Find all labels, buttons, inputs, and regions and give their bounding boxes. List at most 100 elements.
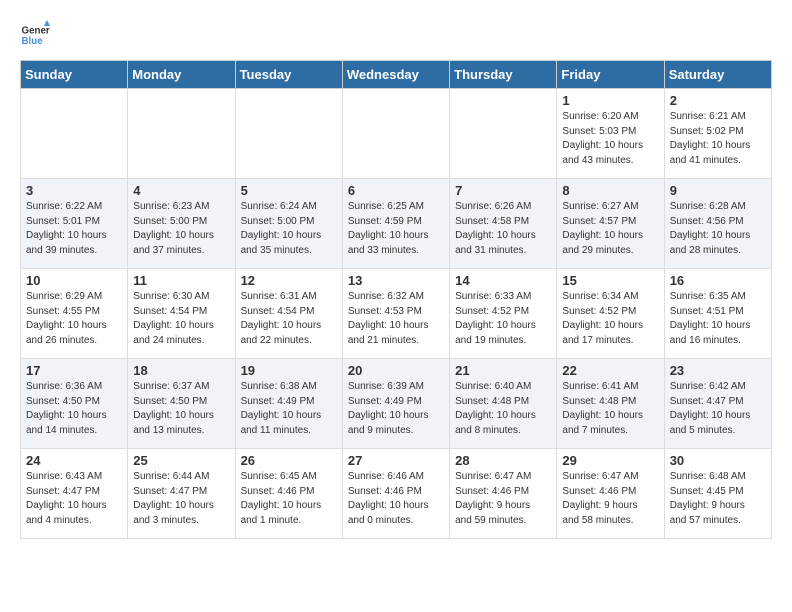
day-number: 28 <box>455 453 551 468</box>
day-info: Sunrise: 6:34 AM Sunset: 4:52 PM Dayligh… <box>562 290 658 348</box>
day-number: 9 <box>670 183 766 198</box>
calendar-week-row: 17 Sunrise: 6:36 AM Sunset: 4:50 PM Dayli… <box>21 359 772 449</box>
day-number: 5 <box>241 183 337 198</box>
day-number: 20 <box>348 363 444 378</box>
weekday-header-row: SundayMondayTuesdayWednesdayThursdayFrid… <box>21 61 772 89</box>
calendar-cell: 9 Sunrise: 6:28 AM Sunset: 4:56 PM Daylig… <box>664 179 771 269</box>
calendar-cell <box>21 89 128 179</box>
calendar-cell: 10 Sunrise: 6:29 AM Sunset: 4:55 PM Dayli… <box>21 269 128 359</box>
day-info: Sunrise: 6:43 AM Sunset: 4:47 PM Dayligh… <box>26 470 122 528</box>
page-header: General Blue <box>20 20 772 50</box>
day-info: Sunrise: 6:48 AM Sunset: 4:45 PM Dayligh… <box>670 470 766 528</box>
day-info: Sunrise: 6:20 AM Sunset: 5:03 PM Dayligh… <box>562 110 658 168</box>
day-info: Sunrise: 6:22 AM Sunset: 5:01 PM Dayligh… <box>26 200 122 258</box>
calendar-cell <box>128 89 235 179</box>
day-number: 23 <box>670 363 766 378</box>
calendar-cell: 2 Sunrise: 6:21 AM Sunset: 5:02 PM Daylig… <box>664 89 771 179</box>
day-number: 21 <box>455 363 551 378</box>
day-number: 30 <box>670 453 766 468</box>
day-number: 17 <box>26 363 122 378</box>
day-number: 10 <box>26 273 122 288</box>
svg-text:Blue: Blue <box>22 36 44 47</box>
day-number: 16 <box>670 273 766 288</box>
calendar-cell: 16 Sunrise: 6:35 AM Sunset: 4:51 PM Dayli… <box>664 269 771 359</box>
day-info: Sunrise: 6:23 AM Sunset: 5:00 PM Dayligh… <box>133 200 229 258</box>
day-info: Sunrise: 6:46 AM Sunset: 4:46 PM Dayligh… <box>348 470 444 528</box>
calendar-week-row: 3 Sunrise: 6:22 AM Sunset: 5:01 PM Daylig… <box>21 179 772 269</box>
calendar-cell: 1 Sunrise: 6:20 AM Sunset: 5:03 PM Daylig… <box>557 89 664 179</box>
day-number: 26 <box>241 453 337 468</box>
calendar-cell: 7Sunrise: 6:26 AM Sunset: 4:58 PM Daylig… <box>450 179 557 269</box>
calendar-table: SundayMondayTuesdayWednesdayThursdayFrid… <box>20 60 772 539</box>
day-info: Sunrise: 6:30 AM Sunset: 4:54 PM Dayligh… <box>133 290 229 348</box>
weekday-header-friday: Friday <box>557 61 664 89</box>
calendar-cell <box>450 89 557 179</box>
calendar-week-row: 10 Sunrise: 6:29 AM Sunset: 4:55 PM Dayli… <box>21 269 772 359</box>
day-info: Sunrise: 6:33 AM Sunset: 4:52 PM Dayligh… <box>455 290 551 348</box>
day-number: 18 <box>133 363 229 378</box>
day-info: Sunrise: 6:45 AM Sunset: 4:46 PM Dayligh… <box>241 470 337 528</box>
day-info: Sunrise: 6:29 AM Sunset: 4:55 PM Dayligh… <box>26 290 122 348</box>
calendar-cell: 30 Sunrise: 6:48 AM Sunset: 4:45 PM Dayli… <box>664 449 771 539</box>
day-info: Sunrise: 6:41 AM Sunset: 4:48 PM Dayligh… <box>562 380 658 438</box>
calendar-cell: 4 Sunrise: 6:23 AM Sunset: 5:00 PM Daylig… <box>128 179 235 269</box>
day-number: 27 <box>348 453 444 468</box>
calendar-cell: 27 Sunrise: 6:46 AM Sunset: 4:46 PM Dayli… <box>342 449 449 539</box>
calendar-cell: 8Sunrise: 6:27 AM Sunset: 4:57 PM Daylig… <box>557 179 664 269</box>
day-number: 11 <box>133 273 229 288</box>
day-number: 19 <box>241 363 337 378</box>
day-number: 2 <box>670 93 766 108</box>
day-number: 14 <box>455 273 551 288</box>
calendar-cell: 5 Sunrise: 6:24 AM Sunset: 5:00 PM Daylig… <box>235 179 342 269</box>
day-number: 4 <box>133 183 229 198</box>
day-info: Sunrise: 6:31 AM Sunset: 4:54 PM Dayligh… <box>241 290 337 348</box>
logo: General Blue <box>20 20 50 50</box>
weekday-header-saturday: Saturday <box>664 61 771 89</box>
calendar-cell: 19 Sunrise: 6:38 AM Sunset: 4:49 PM Dayli… <box>235 359 342 449</box>
day-info: Sunrise: 6:24 AM Sunset: 5:00 PM Dayligh… <box>241 200 337 258</box>
calendar-cell: 3 Sunrise: 6:22 AM Sunset: 5:01 PM Daylig… <box>21 179 128 269</box>
weekday-header-wednesday: Wednesday <box>342 61 449 89</box>
calendar-cell <box>342 89 449 179</box>
calendar-cell <box>235 89 342 179</box>
day-number: 15 <box>562 273 658 288</box>
calendar-week-row: 24 Sunrise: 6:43 AM Sunset: 4:47 PM Dayli… <box>21 449 772 539</box>
calendar-cell: 6Sunrise: 6:25 AM Sunset: 4:59 PM Daylig… <box>342 179 449 269</box>
day-info: Sunrise: 6:36 AM Sunset: 4:50 PM Dayligh… <box>26 380 122 438</box>
calendar-cell: 14 Sunrise: 6:33 AM Sunset: 4:52 PM Dayli… <box>450 269 557 359</box>
day-number: 12 <box>241 273 337 288</box>
day-number: 29 <box>562 453 658 468</box>
calendar-cell: 26 Sunrise: 6:45 AM Sunset: 4:46 PM Dayli… <box>235 449 342 539</box>
day-info: Sunrise: 6:28 AM Sunset: 4:56 PM Dayligh… <box>670 200 766 258</box>
weekday-header-thursday: Thursday <box>450 61 557 89</box>
weekday-header-tuesday: Tuesday <box>235 61 342 89</box>
weekday-header-sunday: Sunday <box>21 61 128 89</box>
calendar-cell: 24 Sunrise: 6:43 AM Sunset: 4:47 PM Dayli… <box>21 449 128 539</box>
day-info: Sunrise: 6:39 AM Sunset: 4:49 PM Dayligh… <box>348 380 444 438</box>
calendar-week-row: 1 Sunrise: 6:20 AM Sunset: 5:03 PM Daylig… <box>21 89 772 179</box>
day-info: Sunrise: 6:35 AM Sunset: 4:51 PM Dayligh… <box>670 290 766 348</box>
calendar-cell: 17 Sunrise: 6:36 AM Sunset: 4:50 PM Dayli… <box>21 359 128 449</box>
calendar-cell: 20 Sunrise: 6:39 AM Sunset: 4:49 PM Dayli… <box>342 359 449 449</box>
day-info: Sunrise: 6:21 AM Sunset: 5:02 PM Dayligh… <box>670 110 766 168</box>
day-number: 3 <box>26 183 122 198</box>
calendar-cell: 29Sunrise: 6:47 AM Sunset: 4:46 PM Dayli… <box>557 449 664 539</box>
day-info: Sunrise: 6:42 AM Sunset: 4:47 PM Dayligh… <box>670 380 766 438</box>
calendar-cell: 12 Sunrise: 6:31 AM Sunset: 4:54 PM Dayli… <box>235 269 342 359</box>
weekday-header-monday: Monday <box>128 61 235 89</box>
day-info: Sunrise: 6:37 AM Sunset: 4:50 PM Dayligh… <box>133 380 229 438</box>
day-info: Sunrise: 6:38 AM Sunset: 4:49 PM Dayligh… <box>241 380 337 438</box>
day-number: 25 <box>133 453 229 468</box>
day-info: Sunrise: 6:27 AM Sunset: 4:57 PM Dayligh… <box>562 200 658 258</box>
day-info: Sunrise: 6:47 AM Sunset: 4:46 PM Dayligh… <box>455 470 551 528</box>
day-number: 24 <box>26 453 122 468</box>
day-number: 1 <box>562 93 658 108</box>
day-info: Sunrise: 6:40 AM Sunset: 4:48 PM Dayligh… <box>455 380 551 438</box>
day-number: 22 <box>562 363 658 378</box>
logo-icon: General Blue <box>20 20 50 50</box>
day-number: 13 <box>348 273 444 288</box>
day-info: Sunrise: 6:32 AM Sunset: 4:53 PM Dayligh… <box>348 290 444 348</box>
day-info: Sunrise: 6:25 AM Sunset: 4:59 PM Dayligh… <box>348 200 444 258</box>
calendar-cell: 15 Sunrise: 6:34 AM Sunset: 4:52 PM Dayli… <box>557 269 664 359</box>
calendar-cell: 13 Sunrise: 6:32 AM Sunset: 4:53 PM Dayli… <box>342 269 449 359</box>
